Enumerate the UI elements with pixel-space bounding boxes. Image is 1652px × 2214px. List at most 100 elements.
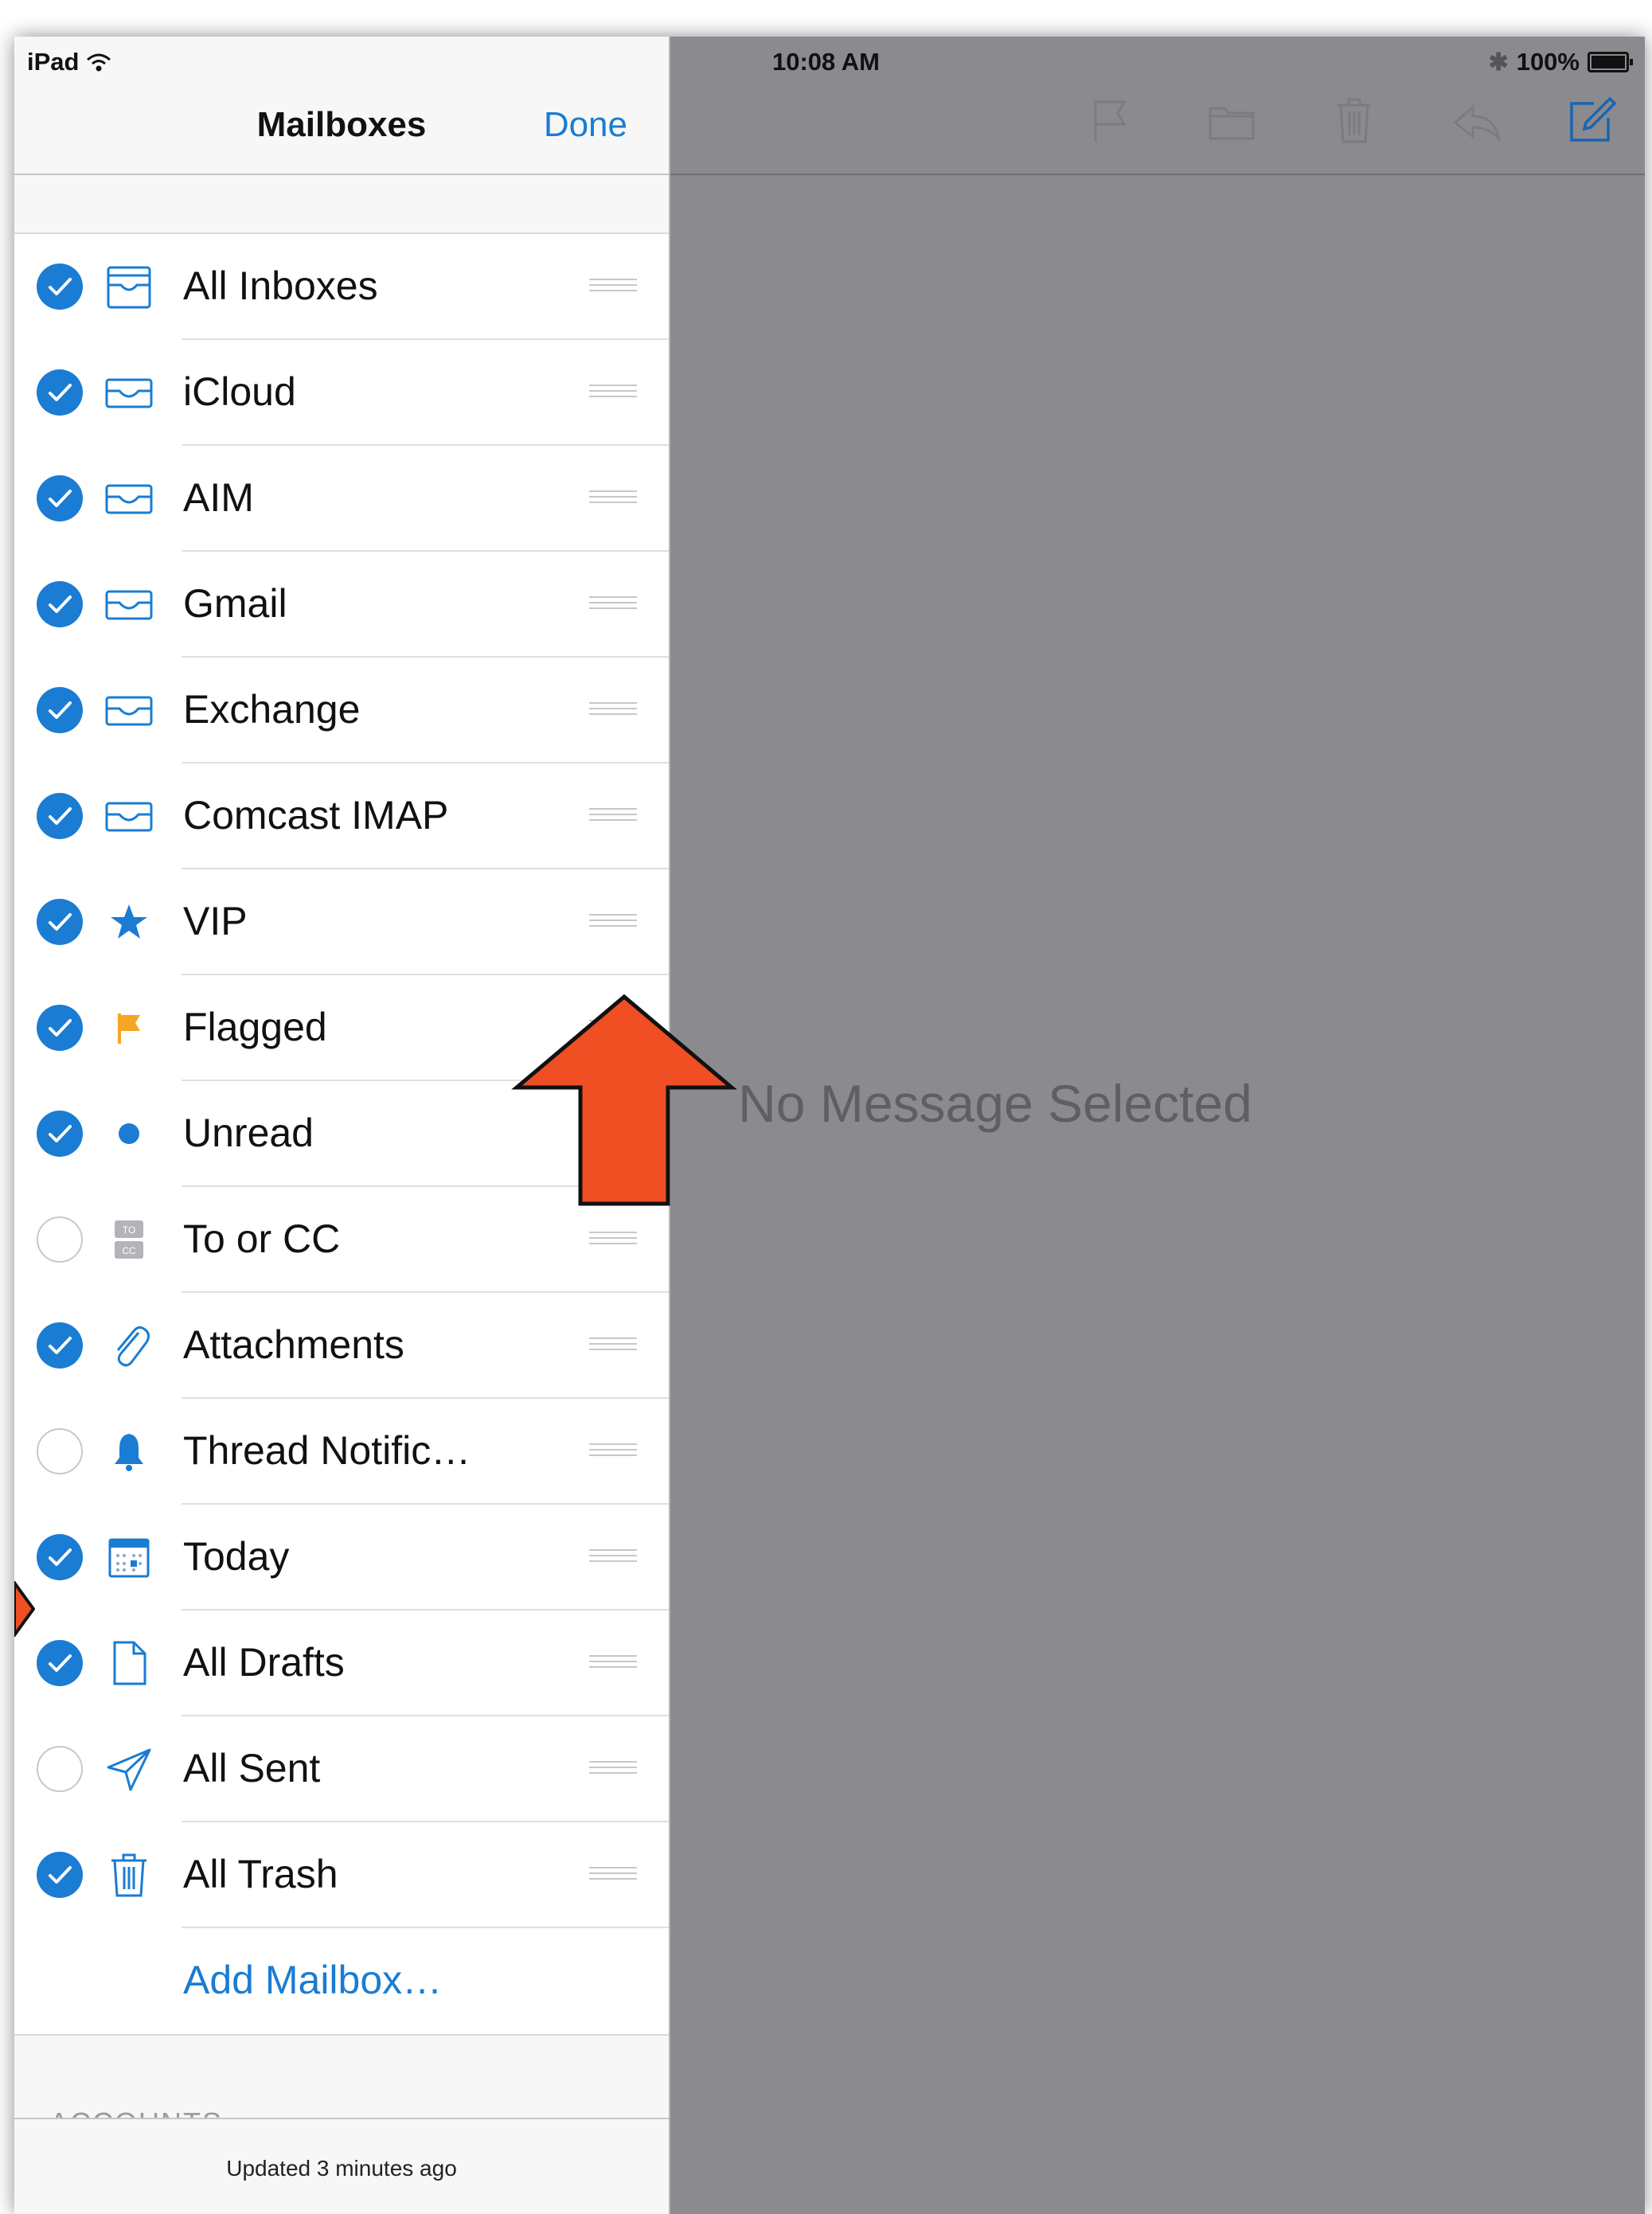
flag-icon [103,1002,154,1053]
calendar-icon [103,1532,154,1583]
mailbox-row[interactable]: Thread Notific… [14,1399,669,1505]
reorder-handle-icon[interactable] [589,1655,637,1671]
callout-up-arrow [511,994,737,1206]
checked-circle-icon[interactable] [37,1640,83,1686]
inbox-icon [103,579,154,630]
sidebar-footer: Updated 3 minutes ago [14,2118,669,2214]
to-cc-icon: TO CC [103,1214,154,1265]
detail-toolbar: 10:08 AM ✱ 100% [669,37,1645,175]
mailbox-label: All Drafts [183,1640,345,1685]
mailbox-label: Unread [183,1111,314,1155]
reorder-handle-icon[interactable] [589,279,637,295]
mailbox-label: All Trash [183,1852,338,1896]
mailbox-row[interactable]: Gmail [14,552,669,658]
reorder-handle-icon[interactable] [589,385,637,400]
reorder-handle-icon[interactable] [589,914,637,930]
all-inboxes-icon [103,261,154,312]
mailbox-label: AIM [183,475,254,520]
unchecked-circle-icon[interactable] [37,1216,83,1263]
checked-circle-icon[interactable] [37,581,83,627]
reply-toolbar-icon[interactable] [1449,92,1505,148]
unchecked-circle-icon[interactable] [37,1428,83,1474]
checked-circle-icon[interactable] [37,264,83,310]
svg-text:TO: TO [123,1224,135,1236]
mailbox-row[interactable]: All Sent [14,1716,669,1822]
star-icon [103,896,154,947]
trash-icon [103,1849,154,1900]
reorder-handle-icon[interactable] [589,1761,637,1777]
unread-dot-icon [103,1108,154,1159]
checked-circle-icon[interactable] [37,899,83,945]
wifi-icon [87,53,111,72]
checked-circle-icon[interactable] [37,369,83,416]
checked-circle-icon[interactable] [37,1852,83,1898]
document-icon [103,1638,154,1689]
reorder-handle-icon[interactable] [589,1549,637,1565]
reorder-handle-icon[interactable] [589,702,637,718]
checked-circle-icon[interactable] [37,475,83,521]
done-button[interactable]: Done [544,105,627,145]
inbox-icon [103,473,154,524]
mailbox-label: Thread Notific… [183,1428,471,1473]
mailbox-row[interactable]: All Trash [14,1822,669,1928]
reorder-handle-icon[interactable] [589,1337,637,1353]
trash-toolbar-icon[interactable] [1326,92,1382,148]
updated-status: Updated 3 minutes ago [226,2156,457,2181]
mailbox-label: Attachments [183,1322,404,1367]
bluetooth-icon: ✱ [1488,49,1509,76]
mailbox-label: Flagged [183,1005,327,1049]
message-detail-pane: 10:08 AM ✱ 100% No Message Selected [669,37,1645,2214]
mailbox-row[interactable]: AIM [14,446,669,552]
mailbox-label: iCloud [183,369,296,414]
reorder-handle-icon[interactable] [589,808,637,824]
reorder-handle-icon[interactable] [589,596,637,612]
add-mailbox-row[interactable]: Add Mailbox… [14,1928,669,2034]
mailbox-row[interactable]: VIP [14,869,669,975]
mailbox-label: Comcast IMAP [183,793,449,838]
svg-text:CC: CC [122,1245,136,1256]
mailbox-row[interactable]: Today [14,1505,669,1611]
status-right: ✱ 100% [1488,48,1633,76]
checked-circle-icon[interactable] [37,1005,83,1051]
checked-circle-icon[interactable] [37,793,83,839]
mailbox-label: Today [183,1534,290,1579]
battery-icon [1588,52,1633,72]
compose-icon[interactable] [1564,92,1619,148]
mailbox-label: Exchange [183,687,361,732]
inbox-icon [103,791,154,841]
mailbox-label: All Inboxes [183,264,378,308]
reorder-handle-icon[interactable] [589,1443,637,1459]
mailbox-row[interactable]: All Drafts [14,1611,669,1716]
mailbox-row[interactable]: Attachments [14,1293,669,1399]
callout-right-arrow-tip [14,1581,35,1637]
mailbox-row[interactable]: Comcast IMAP [14,763,669,869]
reorder-handle-icon[interactable] [589,1232,637,1248]
checked-circle-icon[interactable] [37,687,83,733]
checked-circle-icon[interactable] [37,1111,83,1157]
mailbox-label: To or CC [183,1216,341,1261]
sidebar-nav-bar: iPad Mailboxes Done [14,37,669,175]
unchecked-circle-icon[interactable] [37,1746,83,1792]
inbox-icon [103,685,154,736]
mailbox-row[interactable]: All Inboxes [14,234,669,340]
add-mailbox-button[interactable]: Add Mailbox… [183,1957,442,2003]
checked-circle-icon[interactable] [37,1534,83,1580]
flag-toolbar-icon[interactable] [1083,92,1138,148]
status-carrier: iPad [27,48,112,76]
battery-percent: 100% [1516,48,1580,76]
mailbox-label: Gmail [183,581,287,626]
ipad-screen: 10:08 AM ✱ 100% No Message Selected iPad… [14,37,1645,2214]
mailbox-row[interactable]: Exchange [14,658,669,763]
folder-toolbar-icon[interactable] [1204,92,1260,148]
sent-icon [103,1743,154,1794]
checked-circle-icon[interactable] [37,1322,83,1369]
mailbox-row[interactable]: iCloud [14,340,669,446]
reorder-handle-icon[interactable] [589,1867,637,1883]
paperclip-icon [103,1320,154,1371]
inbox-icon [103,367,154,418]
no-message-selected: No Message Selected [738,1074,1252,1133]
reorder-handle-icon[interactable] [589,490,637,506]
status-time: 10:08 AM [772,48,880,76]
mailbox-label: All Sent [183,1746,321,1790]
bell-icon [103,1426,154,1477]
